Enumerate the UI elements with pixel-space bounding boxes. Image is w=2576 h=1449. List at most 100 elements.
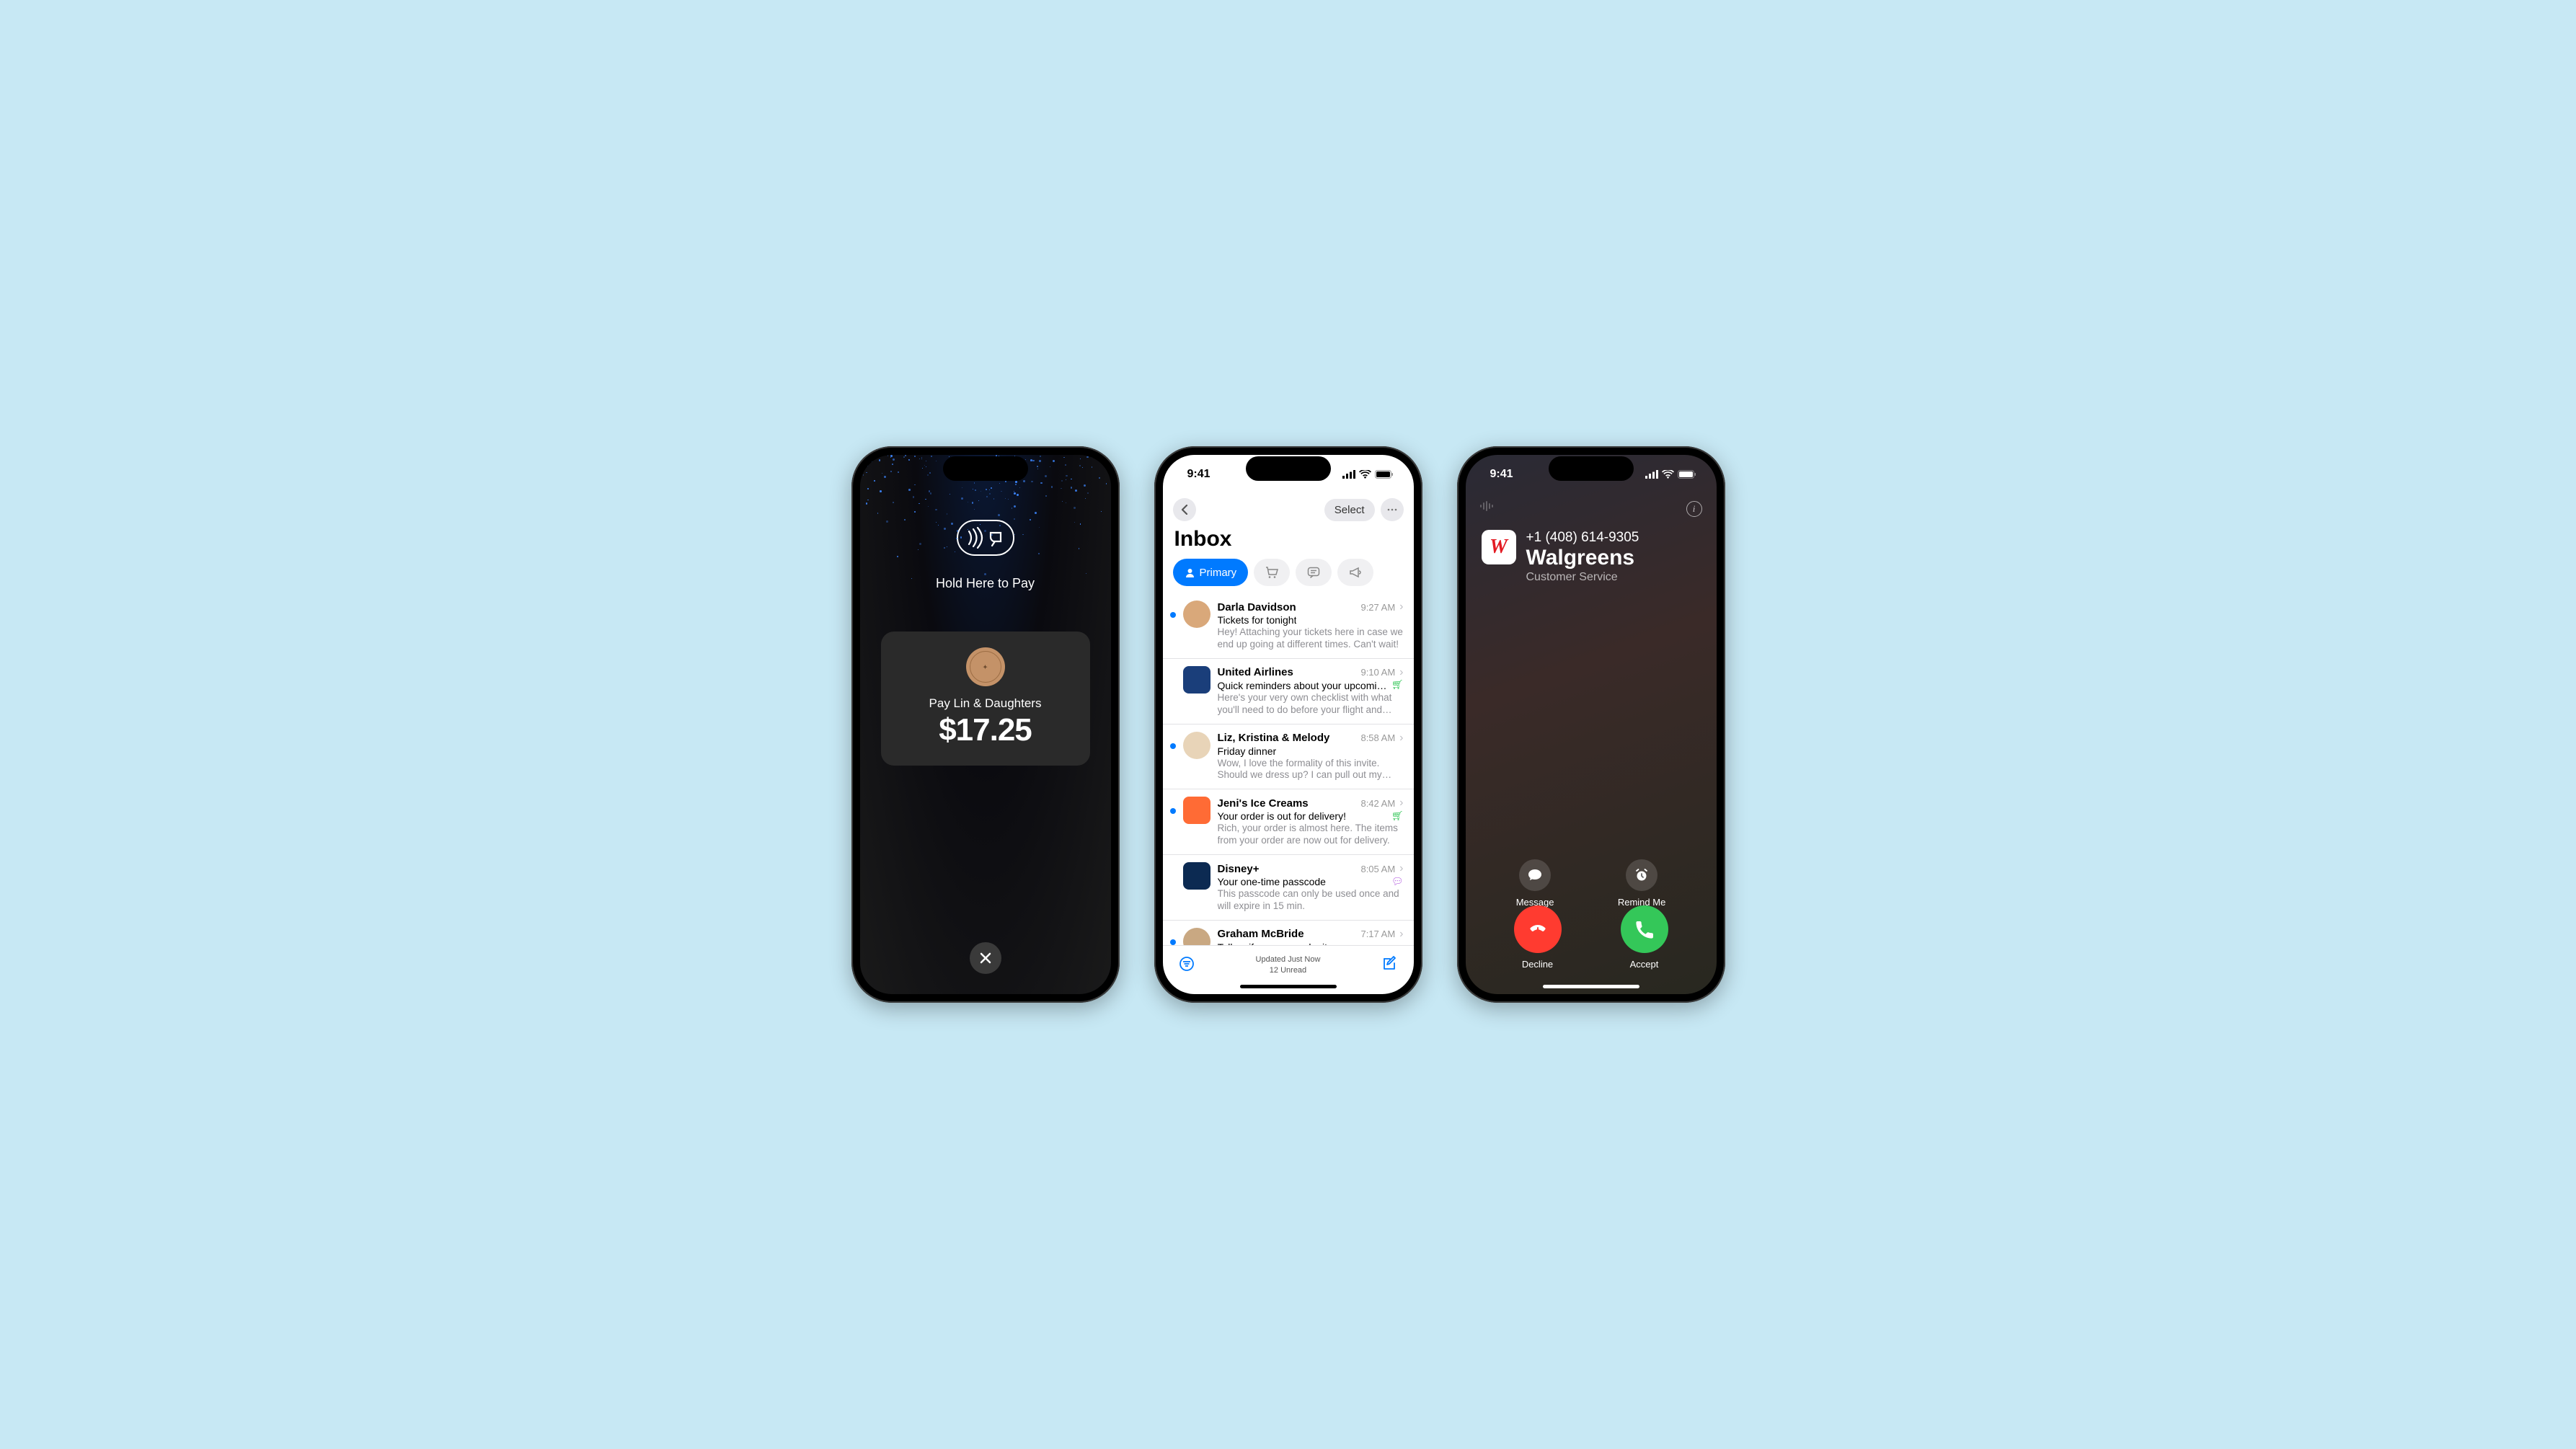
tab-shopping[interactable] xyxy=(1254,559,1290,586)
mail-row[interactable]: Graham McBride7:17 AM›Tell us if you can… xyxy=(1163,921,1414,945)
merchant-logo: ✦ xyxy=(966,647,1005,686)
remind-button[interactable] xyxy=(1626,859,1657,891)
mail-list[interactable]: Darla Davidson 9:27 AM › Tickets for tonigh… xyxy=(1163,593,1414,945)
sender-avatar xyxy=(1183,732,1210,759)
sender-name: Graham McBride xyxy=(1218,928,1304,940)
phone-call: 9:41 i W +1 (408) 614-9305 Walgreens Cus… xyxy=(1457,446,1725,1003)
merchant-name: Pay Lin & Daughters xyxy=(929,696,1042,711)
dynamic-island xyxy=(1246,456,1331,481)
sender-name: Disney+ xyxy=(1218,863,1260,875)
unread-indicator xyxy=(1170,939,1176,945)
sender-name: Jeni's Ice Creams xyxy=(1218,797,1309,810)
caller-name: Walgreens xyxy=(1526,546,1639,570)
mail-subject: Friday dinner xyxy=(1218,745,1277,757)
home-indicator[interactable] xyxy=(1543,985,1639,988)
mail-preview: Here's your very own checklist with what… xyxy=(1218,692,1404,717)
inbox-title: Inbox xyxy=(1163,521,1414,559)
mail-time: 8:58 AM xyxy=(1360,732,1395,743)
status-time: 9:41 xyxy=(1490,468,1513,481)
mail-subject: Your order is out for delivery! xyxy=(1218,810,1346,822)
cart-icon xyxy=(1265,567,1278,579)
unread-indicator xyxy=(1170,808,1176,814)
info-button[interactable]: i xyxy=(1686,501,1702,517)
caller-number: +1 (408) 614-9305 xyxy=(1526,530,1639,546)
unread-count: 12 Unread xyxy=(1256,965,1321,975)
mail-time: 7:17 AM xyxy=(1360,929,1395,939)
megaphone-icon xyxy=(1349,567,1362,578)
payment-card: ✦ Pay Lin & Daughters $17.25 xyxy=(881,632,1090,766)
mail-row[interactable]: Darla Davidson 9:27 AM › Tickets for tonigh… xyxy=(1163,593,1414,659)
chat-badge-icon: 💬︎ xyxy=(1391,876,1404,887)
sender-name: United Airlines xyxy=(1218,666,1293,678)
mail-subject: Tickets for tonight xyxy=(1218,614,1297,626)
status-time: 9:41 xyxy=(1187,468,1210,481)
tab-promotions[interactable] xyxy=(1337,559,1373,586)
chevron-right-icon: › xyxy=(1399,601,1403,613)
mail-preview: Rich, your order is almost here. The ite… xyxy=(1218,823,1404,847)
cellular-icon xyxy=(1645,470,1658,479)
tab-primary-label: Primary xyxy=(1200,567,1237,579)
chevron-right-icon: › xyxy=(1399,797,1403,810)
mail-time: 9:10 AM xyxy=(1360,667,1395,678)
person-icon xyxy=(1185,567,1195,578)
mail-time: 8:42 AM xyxy=(1360,798,1395,809)
compose-button[interactable] xyxy=(1378,953,1400,977)
sender-avatar xyxy=(1183,666,1210,694)
toolbar-status: Updated Just Now 12 Unread xyxy=(1256,954,1321,975)
unread-indicator xyxy=(1170,743,1176,749)
decline-label: Decline xyxy=(1522,959,1553,970)
cellular-icon xyxy=(1342,470,1355,479)
wifi-icon xyxy=(1359,470,1371,479)
chevron-right-icon: › xyxy=(1399,862,1403,875)
caller-subtitle: Customer Service xyxy=(1526,571,1639,584)
caller-app-icon: W xyxy=(1482,530,1516,564)
category-tabs: Primary xyxy=(1163,559,1414,593)
sender-avatar xyxy=(1183,928,1210,945)
chevron-right-icon: › xyxy=(1399,928,1403,941)
chevron-right-icon: › xyxy=(1399,666,1403,679)
more-button[interactable] xyxy=(1381,498,1404,521)
back-button[interactable] xyxy=(1173,498,1196,521)
shopping-badge-icon: 🛒︎ xyxy=(1391,679,1404,691)
mail-row[interactable]: United Airlines 9:10 AM › Quick reminders a… xyxy=(1163,659,1414,724)
decline-button[interactable] xyxy=(1514,905,1562,953)
caller-info: W +1 (408) 614-9305 Walgreens Customer S… xyxy=(1466,517,1717,584)
hold-prompt: Hold Here to Pay xyxy=(936,576,1035,591)
accept-button[interactable] xyxy=(1621,905,1668,953)
mail-header: Select xyxy=(1163,494,1414,521)
phone-mail: 9:41 Select Inbox Primary xyxy=(1154,446,1422,1003)
mail-time: 8:05 AM xyxy=(1360,864,1395,874)
dynamic-island xyxy=(1549,456,1634,481)
mail-subject: Quick reminders about your upcoming… xyxy=(1218,680,1387,691)
audio-waveform-icon xyxy=(1480,501,1496,517)
call-secondary-actions: Message Remind Me xyxy=(1466,859,1717,908)
sender-avatar xyxy=(1183,601,1210,628)
tab-primary[interactable]: Primary xyxy=(1173,559,1249,586)
home-indicator[interactable] xyxy=(1240,985,1337,988)
mail-preview: This passcode can only be used once and … xyxy=(1218,888,1404,913)
wifi-icon xyxy=(1662,470,1674,479)
chat-icon xyxy=(1307,567,1320,579)
close-button[interactable] xyxy=(970,942,1001,974)
unread-indicator xyxy=(1170,612,1176,618)
sender-name: Darla Davidson xyxy=(1218,601,1296,613)
select-button[interactable]: Select xyxy=(1324,499,1375,521)
phone-apple-pay: Hold Here to Pay ✦ Pay Lin & Daughters $… xyxy=(851,446,1120,1003)
mail-row[interactable]: Disney+8:05 AM›Your one-time passcode💬︎T… xyxy=(1163,855,1414,921)
mail-screen: 9:41 Select Inbox Primary xyxy=(1163,455,1414,994)
mail-time: 9:27 AM xyxy=(1360,602,1395,613)
call-screen: 9:41 i W +1 (408) 614-9305 Walgreens Cus… xyxy=(1466,455,1717,994)
sender-name: Liz, Kristina & Melody xyxy=(1218,732,1330,744)
mail-row[interactable]: Jeni's Ice Creams 8:42 AM › Your order is o… xyxy=(1163,789,1414,855)
sender-avatar xyxy=(1183,862,1210,890)
filter-button[interactable] xyxy=(1176,953,1198,977)
call-main-actions: Decline Accept xyxy=(1466,905,1717,970)
mail-row[interactable]: Liz, Kristina & Melody8:58 AM›Friday din… xyxy=(1163,724,1414,790)
message-button[interactable] xyxy=(1519,859,1551,891)
sender-avatar xyxy=(1183,797,1210,824)
tab-updates[interactable] xyxy=(1296,559,1332,586)
mail-preview: Hey! Attaching your tickets here in case… xyxy=(1218,626,1404,651)
shopping-badge-icon: 🛒︎ xyxy=(1391,810,1404,822)
contactless-icon xyxy=(957,520,1014,556)
call-top-row: i xyxy=(1466,494,1717,517)
